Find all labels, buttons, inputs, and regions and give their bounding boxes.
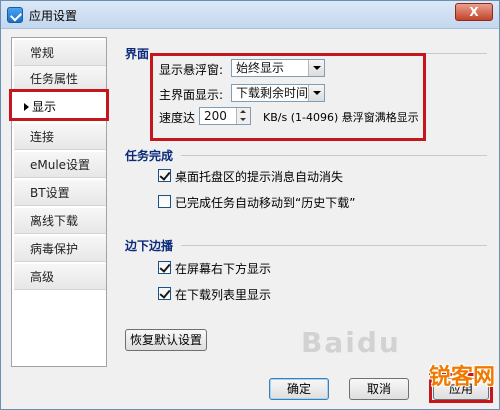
sidebar-item-label: 病毒保护 bbox=[30, 242, 79, 256]
show-bottom-right-label: 在屏幕右下方显示 bbox=[175, 262, 272, 276]
ok-button[interactable]: 确定 bbox=[269, 378, 329, 400]
highlight-box-ui bbox=[150, 53, 426, 141]
section-title-task-done: 任务完成 bbox=[125, 149, 174, 163]
tray-auto-dismiss-label: 桌面托盘区的提示消息自动消失 bbox=[175, 170, 344, 184]
watermark-logo: 锐客网 bbox=[428, 365, 495, 390]
sidebar-item-advanced[interactable]: 高级 bbox=[14, 264, 106, 290]
sidebar-item-connection[interactable]: 连接 bbox=[14, 124, 106, 150]
cancel-button[interactable]: 取消 bbox=[349, 378, 409, 400]
restore-defaults-button[interactable]: 恢复默认设置 bbox=[125, 329, 207, 351]
sidebar-item-label: 任务属性 bbox=[30, 72, 79, 86]
tray-auto-dismiss-checkbox[interactable] bbox=[158, 169, 171, 182]
settings-window: 应用设置 X 常规 任务属性 显示 连接 eMule设置 BT设置 离线下载 病… bbox=[0, 0, 500, 410]
sidebar-item-emule[interactable]: eMule设置 bbox=[14, 152, 106, 178]
highlight-box-sidebar bbox=[9, 89, 109, 121]
sidebar-item-label: BT设置 bbox=[30, 186, 70, 200]
window-title: 应用设置 bbox=[29, 9, 78, 23]
section-title-ui: 界面 bbox=[125, 47, 150, 61]
close-button[interactable]: X bbox=[455, 3, 493, 21]
sidebar-item-general[interactable]: 常规 bbox=[14, 40, 106, 66]
app-check-icon bbox=[7, 7, 23, 23]
sidebar-item-label: 常规 bbox=[30, 46, 55, 60]
show-in-list-checkbox[interactable] bbox=[158, 287, 171, 300]
section-title-edge-play: 边下边播 bbox=[125, 239, 174, 253]
sidebar-item-antivirus[interactable]: 病毒保护 bbox=[14, 236, 106, 262]
sidebar-item-bt[interactable]: BT设置 bbox=[14, 180, 106, 206]
sidebar-item-label: eMule设置 bbox=[30, 158, 91, 172]
show-in-list-label: 在下载列表里显示 bbox=[175, 288, 272, 302]
title-bar[interactable]: 应用设置 X bbox=[1, 1, 499, 29]
sidebar-item-label: 高级 bbox=[30, 270, 55, 284]
section-divider bbox=[181, 245, 487, 246]
section-divider bbox=[181, 155, 487, 156]
watermark-faint: Baidu bbox=[301, 326, 401, 359]
sidebar-item-offline[interactable]: 离线下载 bbox=[14, 208, 106, 234]
show-bottom-right-checkbox[interactable] bbox=[158, 261, 171, 274]
sidebar-item-label: 连接 bbox=[30, 130, 55, 144]
move-to-history-label: 已完成任务自动移动到“历史下载” bbox=[175, 196, 356, 210]
sidebar-item-label: 离线下载 bbox=[30, 214, 79, 228]
move-to-history-checkbox[interactable] bbox=[158, 195, 171, 208]
settings-sidebar: 常规 任务属性 显示 连接 eMule设置 BT设置 离线下载 病毒保护 高级 bbox=[11, 37, 107, 367]
